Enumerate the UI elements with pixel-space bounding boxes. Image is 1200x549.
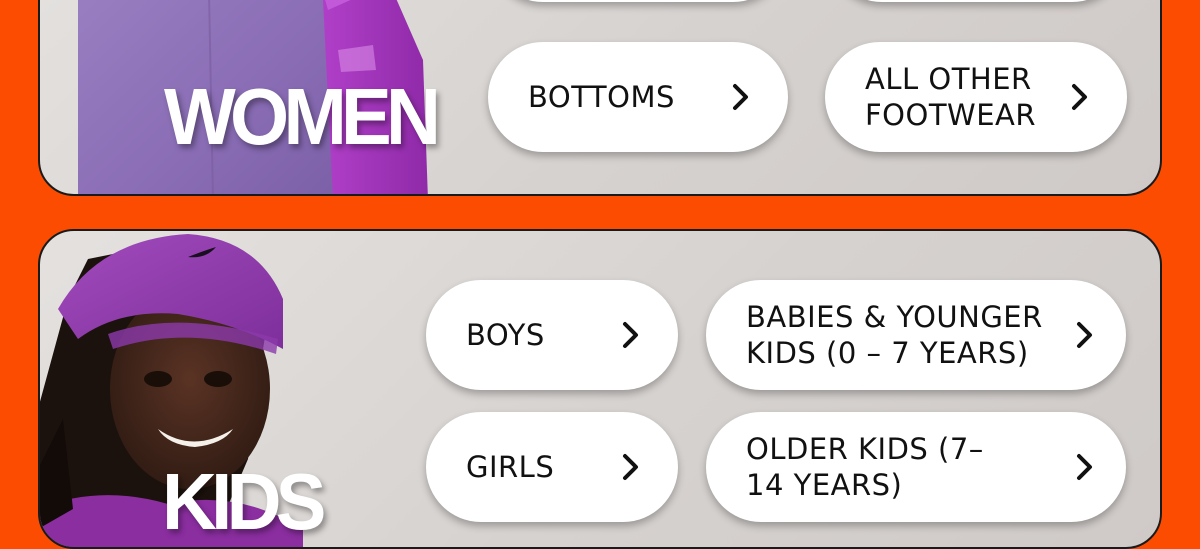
chevron-right-icon [1072, 84, 1087, 110]
category-button-bottoms[interactable]: BOTTOMS [488, 42, 788, 152]
chevron-right-icon [623, 454, 638, 480]
category-button-girls[interactable]: GIRLS [426, 412, 678, 522]
category-label: BOYS [466, 317, 545, 352]
category-label: ALL OTHER FOOTWEAR [865, 61, 1037, 132]
category-label: BABIES & YOUNGER KIDS (0 – 7 YEARS) [746, 299, 1043, 370]
chevron-right-icon [1077, 322, 1092, 348]
chevron-right-icon [1077, 454, 1092, 480]
section-title-women: WOMEN [164, 72, 441, 161]
category-button-partial-1[interactable] [488, 0, 788, 2]
category-button-boys[interactable]: BOYS [426, 280, 678, 390]
chevron-right-icon [733, 84, 748, 110]
section-title-kids: KIDS [162, 457, 326, 546]
category-button-all-other-footwear[interactable]: ALL OTHER FOOTWEAR [825, 42, 1127, 152]
category-label: GIRLS [466, 449, 555, 484]
category-label: BOTTOMS [528, 79, 675, 114]
kids-section: KIDS BOYS BABIES & YOUNGER KIDS (0 – 7 Y… [38, 229, 1162, 549]
category-button-partial-2[interactable] [827, 0, 1127, 2]
chevron-right-icon [623, 322, 638, 348]
category-button-babies-younger-kids[interactable]: BABIES & YOUNGER KIDS (0 – 7 YEARS) [706, 280, 1126, 390]
women-section: WOMEN BOTTOMS ALL OTHER FOOTWEAR [38, 0, 1162, 196]
category-label: OLDER KIDS (7– 14 YEARS) [746, 431, 984, 502]
category-button-older-kids[interactable]: OLDER KIDS (7– 14 YEARS) [706, 412, 1126, 522]
